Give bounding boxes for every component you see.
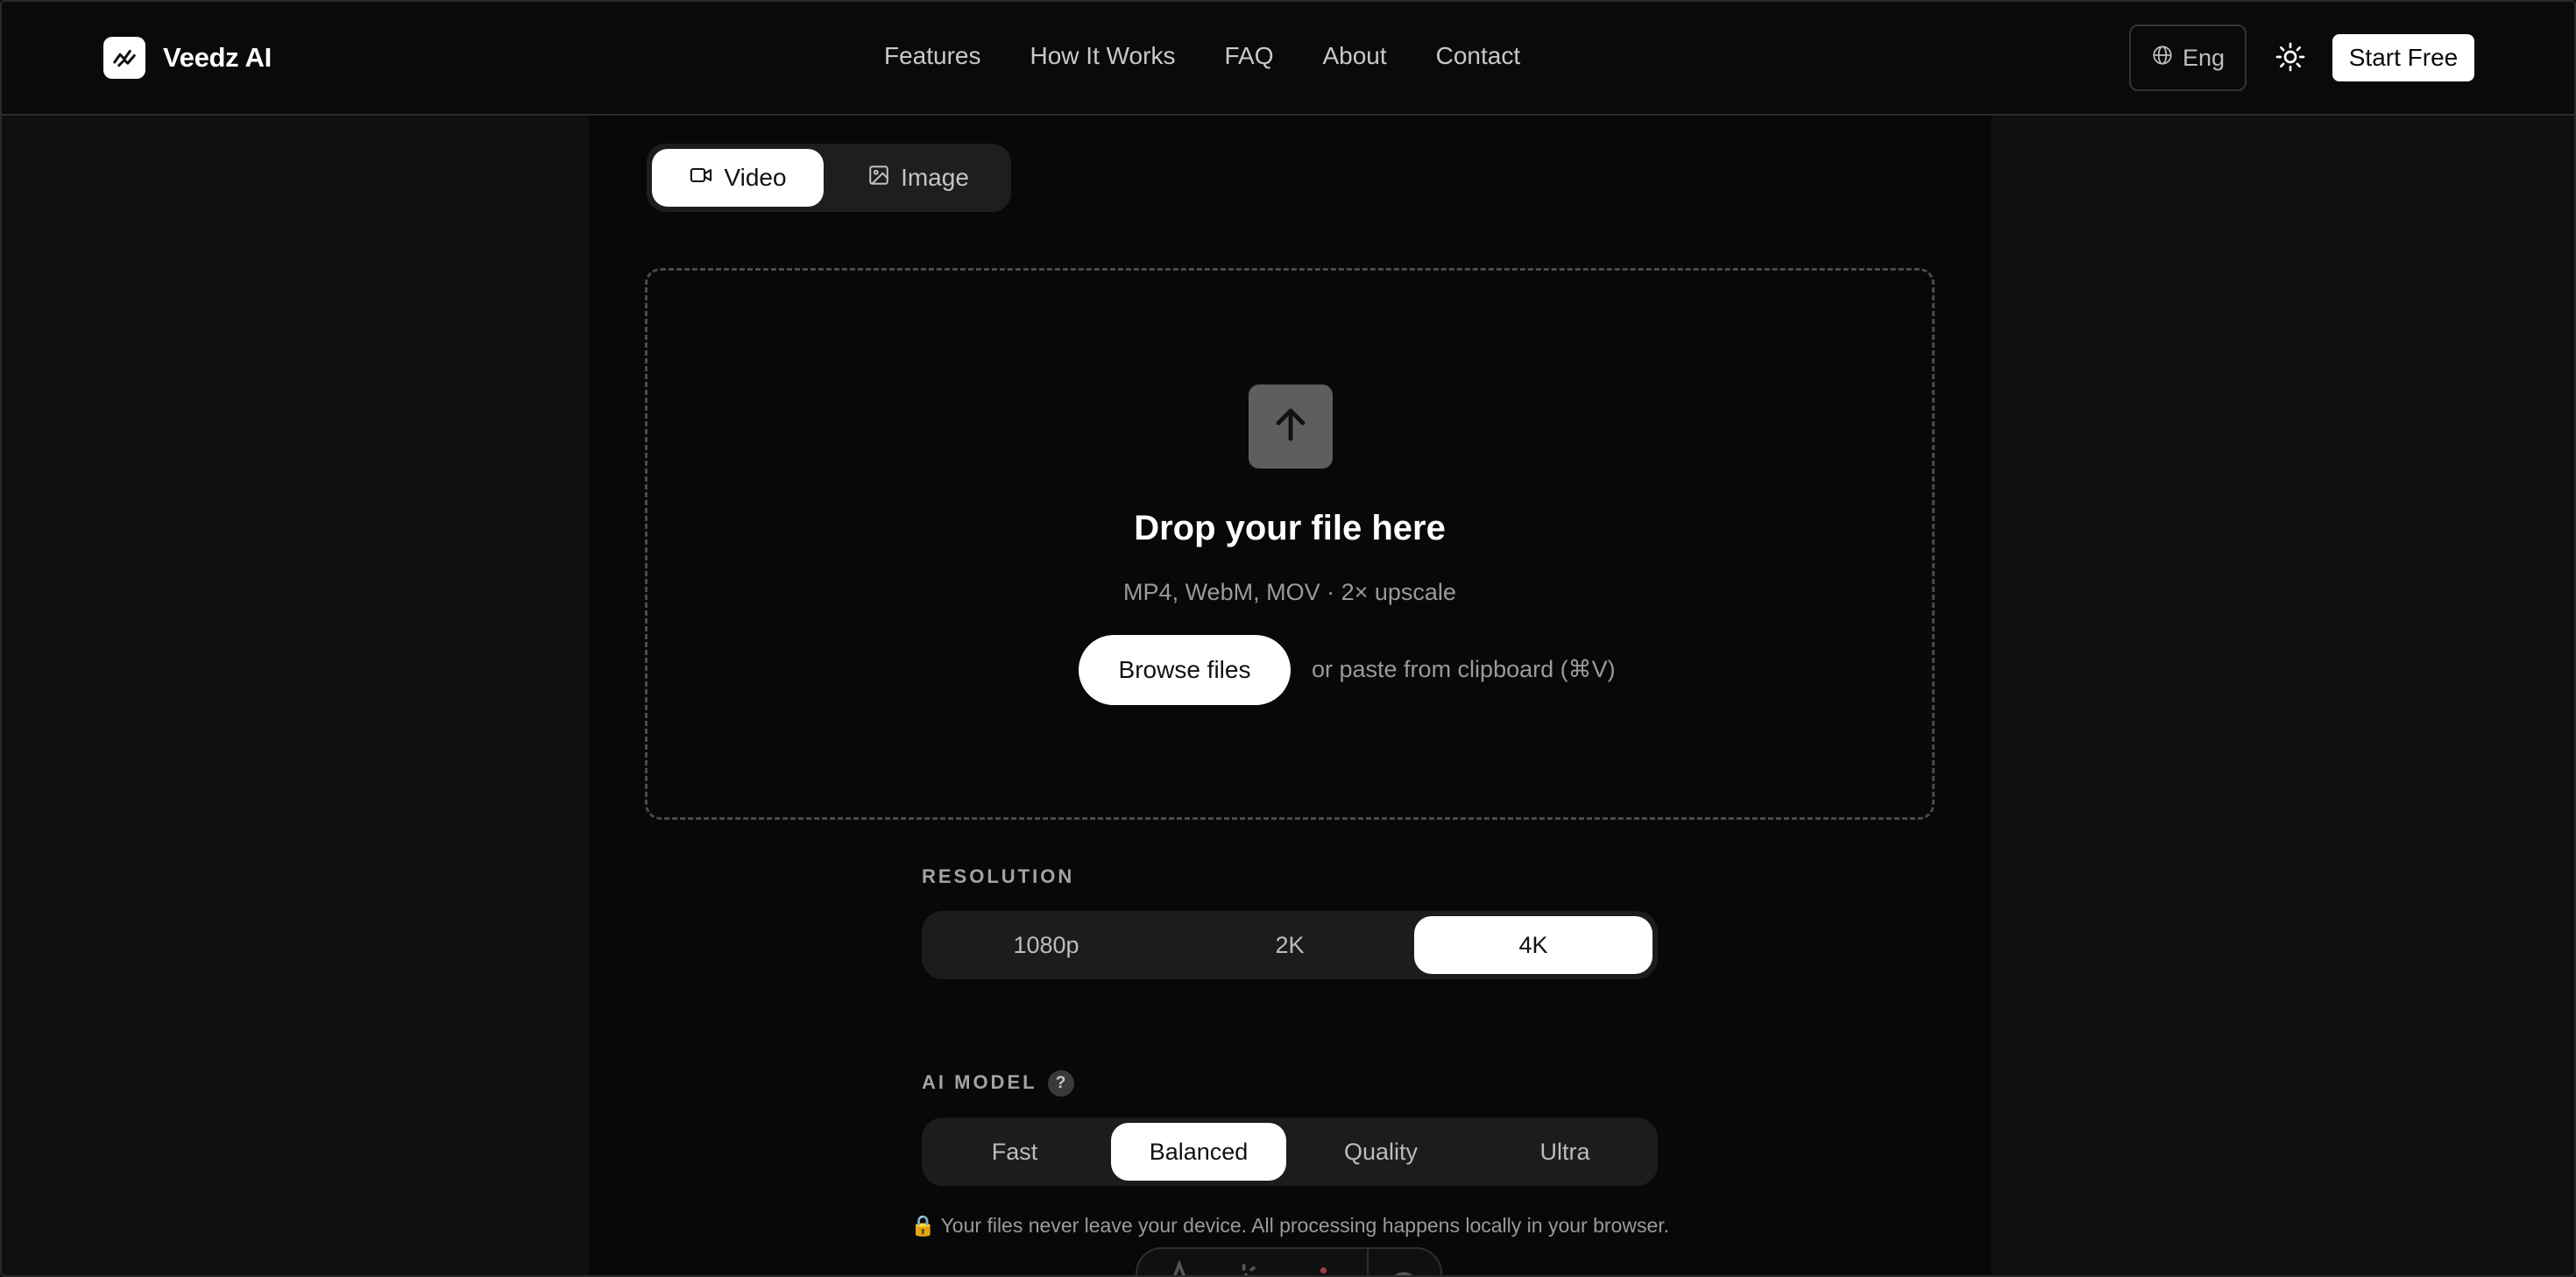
ai-model-selector: Fast Balanced Quality Ultra — [922, 1118, 1658, 1186]
nav-about[interactable]: About — [1322, 42, 1386, 70]
resolution-option-2k[interactable]: 2K — [1171, 916, 1409, 974]
globe-icon — [2151, 44, 2174, 73]
main-nav: Features How It Works FAQ About Contact — [884, 42, 1520, 70]
tab-video-label: Video — [724, 164, 787, 191]
letter-a-icon[interactable] — [1160, 1258, 1199, 1275]
tab-video[interactable]: Video — [652, 149, 824, 207]
model-option-balanced[interactable]: Balanced — [1111, 1123, 1286, 1181]
browse-files-button[interactable]: Browse files — [1079, 635, 1291, 705]
video-camera-icon — [689, 163, 713, 194]
ai-model-label: AI MODEL? — [922, 1070, 1074, 1097]
resolution-option-1080p[interactable]: 1080p — [927, 916, 1165, 974]
model-option-ultra[interactable]: Ultra — [1477, 1123, 1652, 1181]
nav-how-it-works[interactable]: How It Works — [1030, 42, 1176, 70]
gear-icon[interactable] — [1384, 1258, 1423, 1275]
bottom-toolbar-dock — [1136, 1247, 1442, 1275]
brand-name: Veedz AI — [163, 42, 272, 73]
app-window: Veedz AI Features How It Works FAQ About… — [0, 0, 2576, 1277]
brand[interactable]: Veedz AI — [103, 37, 272, 79]
ai-model-label-text: AI MODEL — [922, 1070, 1037, 1093]
theme-toggle-button[interactable] — [2273, 41, 2308, 76]
model-option-fast[interactable]: Fast — [927, 1123, 1102, 1181]
upscaler-panel: Video Image Drop your file here MP4, Web… — [589, 116, 1991, 1275]
nav-faq[interactable]: FAQ — [1224, 42, 1273, 70]
nav-contact[interactable]: Contact — [1436, 42, 1521, 70]
language-label: Eng — [2182, 44, 2226, 71]
arrow-up-icon — [1270, 404, 1312, 450]
model-option-quality[interactable]: Quality — [1293, 1123, 1468, 1181]
tab-image[interactable]: Image — [831, 149, 1006, 207]
trend-chart-icon — [103, 37, 145, 79]
dock-divider — [1367, 1249, 1369, 1275]
resolution-option-4k[interactable]: 4K — [1414, 916, 1652, 974]
resolution-selector: 1080p 2K 4K — [922, 911, 1658, 979]
language-selector[interactable]: Eng — [2129, 25, 2247, 91]
image-icon — [867, 164, 890, 193]
resolution-label: RESOLUTION — [922, 865, 1075, 887]
privacy-notice: 🔒 Your files never leave your device. Al… — [909, 1214, 1670, 1237]
sun-icon — [2275, 41, 2306, 77]
nav-features[interactable]: Features — [884, 42, 981, 70]
upload-icon-box — [1249, 385, 1333, 469]
dropzone-subtitle: MP4, WebM, MOV · 2× upscale — [1123, 579, 1456, 605]
start-free-button[interactable]: Start Free — [2332, 34, 2474, 81]
top-navbar: Veedz AI Features How It Works FAQ About… — [2, 2, 2574, 116]
paste-hint: or paste from clipboard (⌘V) — [1312, 656, 1616, 682]
menu-lines-icon[interactable] — [1292, 1258, 1330, 1275]
dropzone-title: Drop your file here — [1134, 509, 1446, 547]
tab-image-label: Image — [901, 164, 969, 191]
magic-wand-icon[interactable] — [1221, 1258, 1260, 1275]
file-dropzone[interactable]: Drop your file here MP4, WebM, MOV · 2× … — [645, 268, 1935, 820]
media-type-tabs: Video Image — [647, 144, 1011, 212]
help-icon[interactable]: ? — [1047, 1070, 1074, 1097]
